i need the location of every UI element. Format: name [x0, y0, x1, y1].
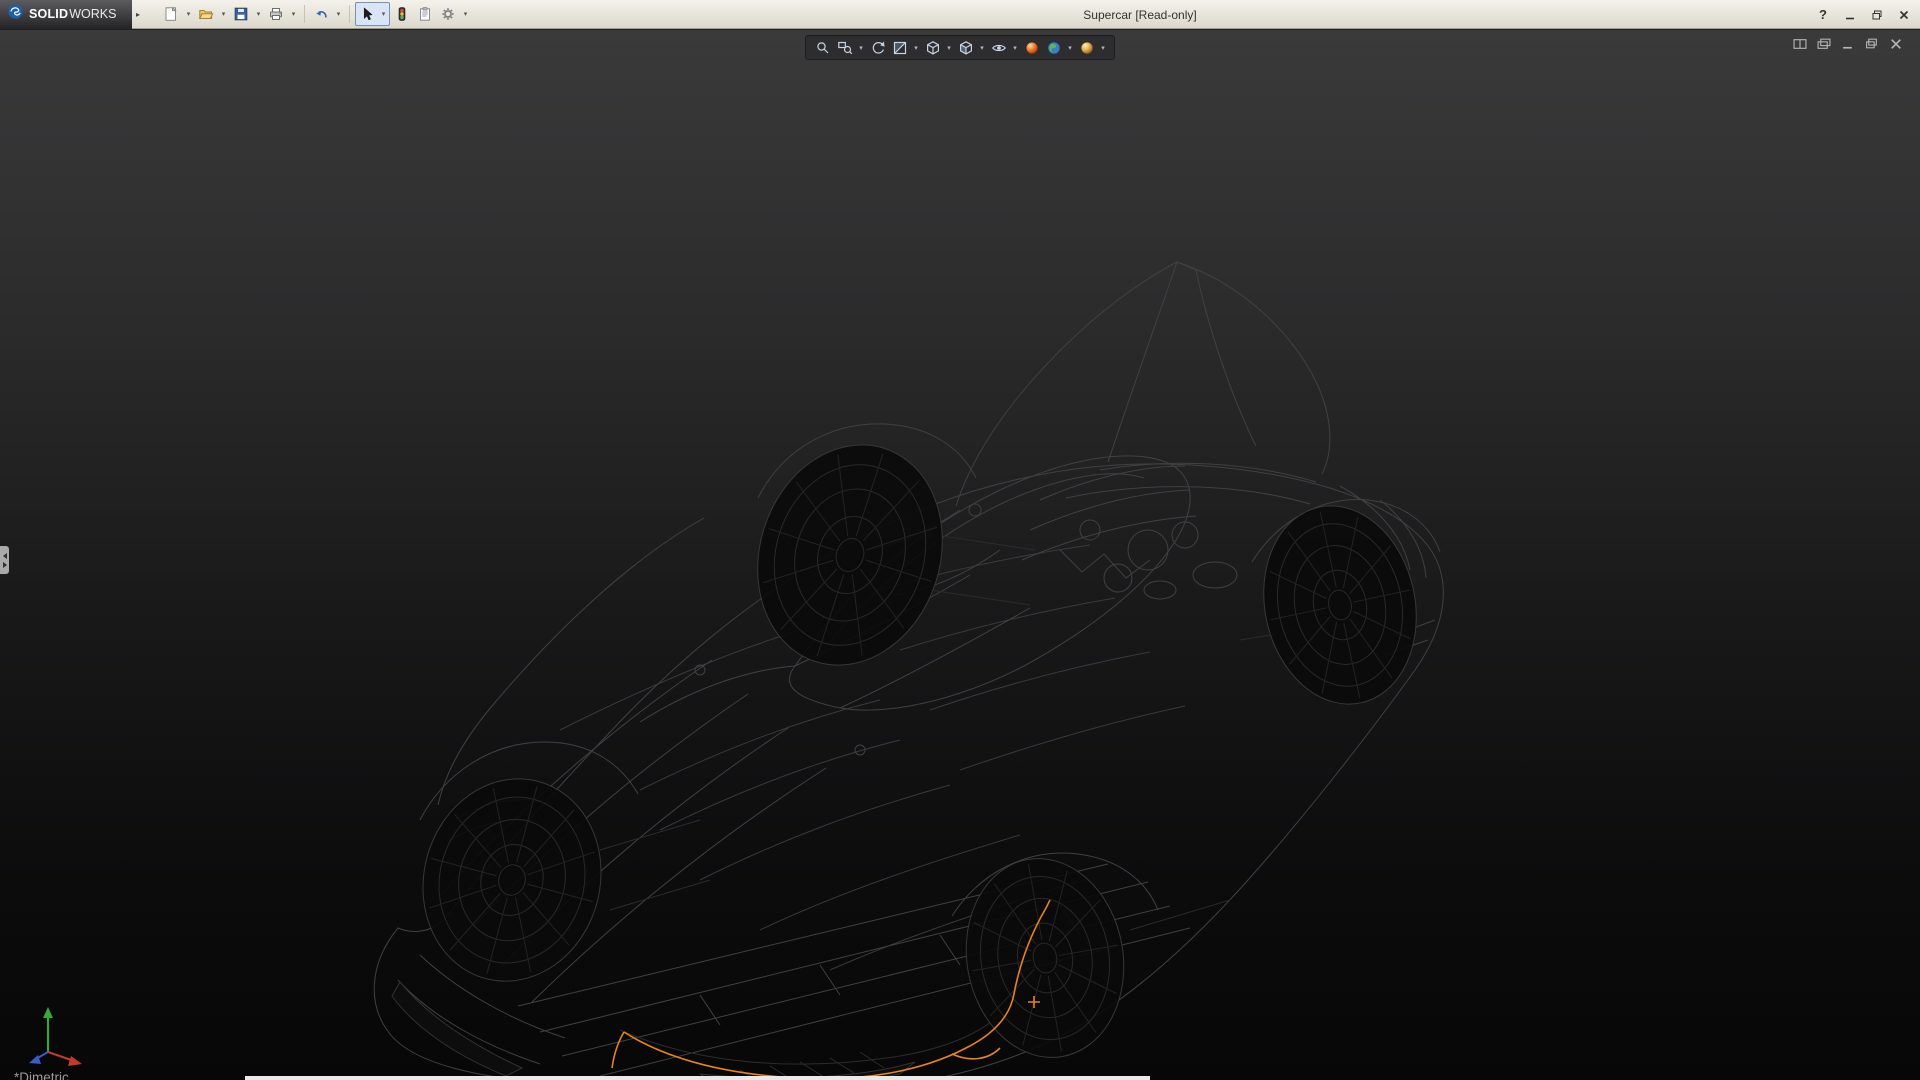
file-properties-button[interactable] [414, 3, 436, 25]
edit-appearance-icon[interactable] [1022, 38, 1041, 57]
options-button[interactable] [437, 3, 459, 25]
car-wireframe [374, 262, 1443, 1080]
x-axis-red [68, 1056, 82, 1066]
apply-scene-caret[interactable]: ▾ [1066, 44, 1074, 52]
panel-collapse-tab[interactable] [0, 546, 9, 574]
new-caret[interactable]: ▾ [183, 3, 194, 25]
close-doc-icon[interactable] [1888, 37, 1904, 51]
brand-works: WORKS [69, 7, 116, 21]
chevron-right-icon [3, 562, 7, 568]
window-controls: ? [1815, 0, 1912, 29]
hide-show-items-icon[interactable] [989, 38, 1008, 57]
rebuild-button[interactable] [391, 3, 413, 25]
view-orientation-caret[interactable]: ▾ [945, 44, 953, 52]
zoom-area-caret[interactable]: ▾ [857, 44, 865, 52]
hide-show-caret[interactable]: ▾ [1011, 44, 1019, 52]
close-icon[interactable] [1896, 7, 1912, 23]
zoom-to-area-icon[interactable] [835, 38, 854, 57]
wheels [401, 421, 1435, 1070]
graphics-viewport[interactable]: ▾ ▾ ▾ ▾ ▾ [0, 29, 1920, 1080]
document-window-controls [1792, 37, 1904, 51]
options-caret[interactable]: ▾ [460, 3, 471, 25]
restore-doc-icon[interactable] [1864, 37, 1880, 51]
zoom-to-fit-icon[interactable] [813, 38, 832, 57]
section-view-caret[interactable]: ▾ [912, 44, 920, 52]
print-caret[interactable]: ▾ [288, 3, 299, 25]
split-pane-icon[interactable] [1792, 37, 1808, 51]
undo-button[interactable] [310, 3, 332, 25]
view-settings-caret[interactable]: ▾ [1099, 44, 1107, 52]
standard-toolbar: ▾ ▾ ▾ [160, 2, 471, 26]
toolbar-separator [304, 5, 305, 23]
restore-icon[interactable] [1869, 7, 1885, 23]
save-caret[interactable]: ▾ [253, 3, 264, 25]
brand-solid: SOLID [29, 7, 68, 21]
select-caret[interactable]: ▾ [378, 3, 389, 25]
orientation-label: *Dimetric [14, 1070, 69, 1080]
open-caret[interactable]: ▾ [218, 3, 229, 25]
new-button[interactable] [160, 3, 182, 25]
reference-triad[interactable] [14, 1000, 88, 1072]
y-axis-green [43, 1007, 53, 1018]
view-orientation-icon[interactable] [923, 38, 942, 57]
display-style-icon[interactable] [956, 38, 975, 57]
minimize-doc-icon[interactable] [1840, 37, 1856, 51]
undo-caret[interactable]: ▾ [333, 3, 344, 25]
headsup-view-toolbar: ▾ ▾ ▾ ▾ ▾ [805, 35, 1115, 60]
previous-view-icon[interactable] [868, 38, 887, 57]
3ds-logo-icon [7, 3, 24, 25]
apply-scene-icon[interactable] [1044, 38, 1063, 57]
view-settings-icon[interactable] [1077, 38, 1096, 57]
bottom-strip [245, 1076, 1150, 1080]
section-view-icon[interactable] [890, 38, 909, 57]
minimize-icon[interactable] [1842, 7, 1858, 23]
solidworks-window: SOLIDWORKS ▸ ▾ ▾ [0, 0, 1920, 1080]
save-button[interactable] [230, 3, 252, 25]
document-title: Supercar [Read-only] [1083, 0, 1196, 29]
select-tool-group: ▾ [355, 2, 390, 26]
display-style-caret[interactable]: ▾ [978, 44, 986, 52]
chevron-left-icon [3, 553, 7, 559]
titlebar: SOLIDWORKS ▸ ▾ ▾ [0, 0, 1920, 29]
toolbar-separator [349, 5, 350, 23]
select-button[interactable] [356, 3, 378, 25]
model-canvas[interactable] [0, 30, 1920, 1080]
open-button[interactable] [195, 3, 217, 25]
menu-expand-chevron[interactable]: ▸ [132, 0, 144, 29]
print-button[interactable] [265, 3, 287, 25]
cascade-pane-icon[interactable] [1816, 37, 1832, 51]
help-icon[interactable]: ? [1815, 7, 1831, 23]
solidworks-logo[interactable]: SOLIDWORKS [0, 0, 132, 29]
